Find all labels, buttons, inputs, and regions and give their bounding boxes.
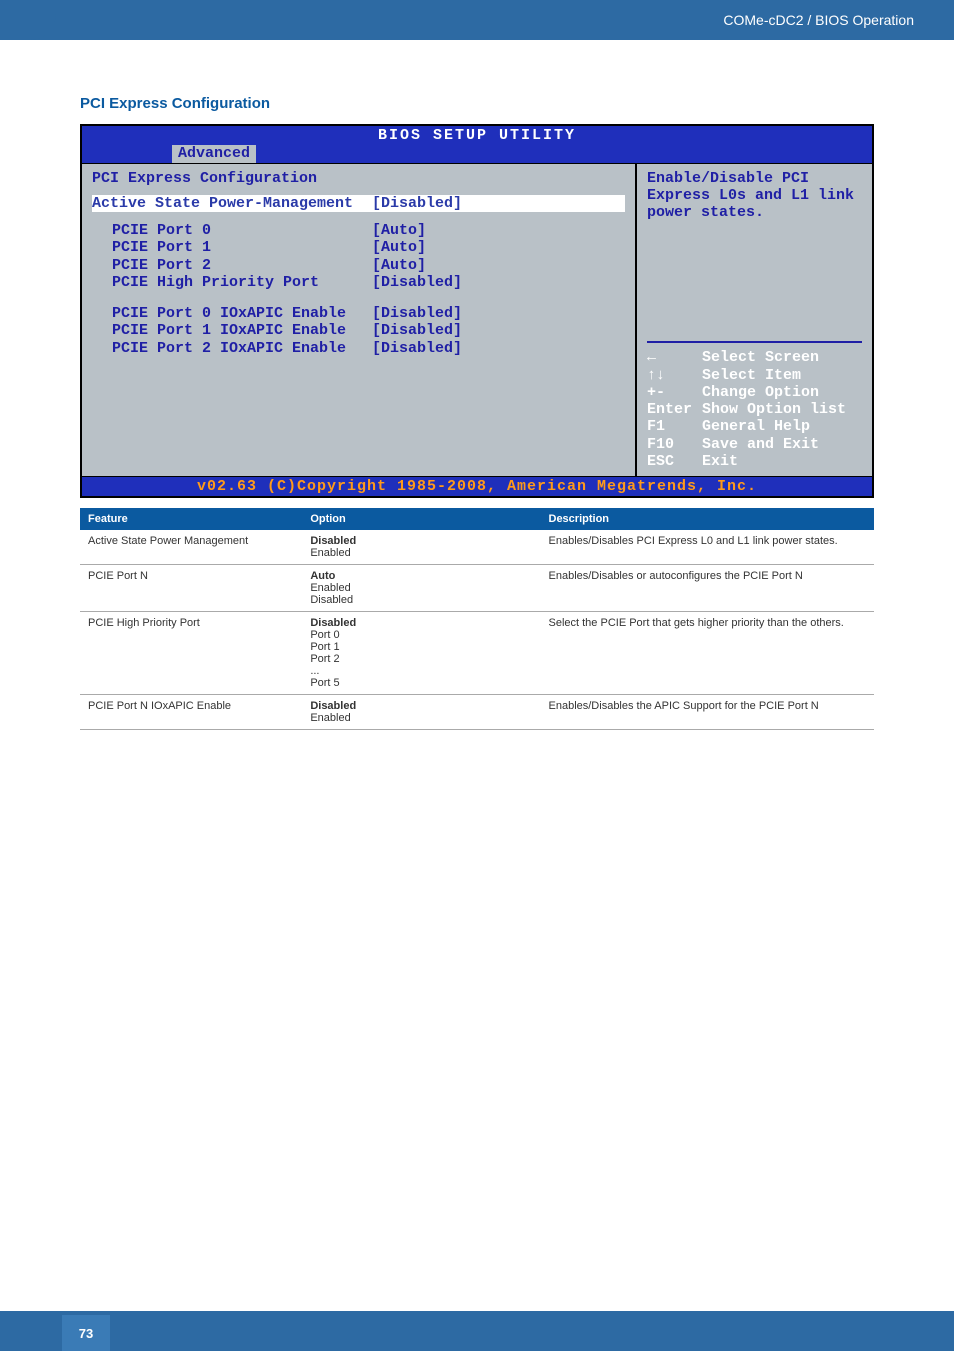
key-name: ← bbox=[647, 349, 702, 366]
bios-setting-row[interactable]: PCIE Port 1[Auto] bbox=[92, 239, 625, 256]
bios-key-row: +-Change Option bbox=[647, 384, 862, 401]
table-row: PCIE Port NAutoEnabledDisabledEnables/Di… bbox=[80, 565, 874, 612]
cell-option: DisabledEnabled bbox=[302, 695, 540, 730]
key-action: General Help bbox=[702, 418, 810, 435]
bios-setting-label: PCIE Port 1 IOxAPIC Enable bbox=[112, 322, 372, 339]
th-option: Option bbox=[302, 508, 540, 530]
cell-description: Enables/Disables PCI Express L0 and L1 l… bbox=[541, 530, 875, 565]
cell-feature: PCIE High Priority Port bbox=[80, 612, 302, 695]
bios-key-legend: ←Select Screen↑↓Select Item+-Change Opti… bbox=[647, 349, 862, 470]
key-action: Exit bbox=[702, 453, 738, 470]
page-header: COMe-cDC2 / BIOS Operation bbox=[0, 0, 954, 40]
section-title: PCI Express Configuration bbox=[80, 95, 874, 112]
key-action: Select Item bbox=[702, 367, 801, 384]
bios-body: PCI Express Configuration Active State P… bbox=[82, 163, 872, 477]
key-name: ↑↓ bbox=[647, 367, 702, 384]
bios-setting-value: [Disabled] bbox=[372, 340, 462, 357]
cell-feature: PCIE Port N IOxAPIC Enable bbox=[80, 695, 302, 730]
page-footer: 73 bbox=[0, 1311, 954, 1351]
table-row: PCIE High Priority PortDisabledPort 0Por… bbox=[80, 612, 874, 695]
cell-option: DisabledPort 0Port 1Port 2...Port 5 bbox=[302, 612, 540, 695]
bios-key-row: F10Save and Exit bbox=[647, 436, 862, 453]
cell-description: Select the PCIE Port that gets higher pr… bbox=[541, 612, 875, 695]
bios-title: BIOS SETUP UTILITY bbox=[82, 126, 872, 145]
bios-key-row: ESCExit bbox=[647, 453, 862, 470]
bios-setting-value: [Auto] bbox=[372, 239, 426, 256]
bios-setting-value: [Auto] bbox=[372, 222, 426, 239]
bios-setting-value: [Disabled] bbox=[372, 305, 462, 322]
bios-setting-row[interactable]: PCIE High Priority Port[Disabled] bbox=[92, 274, 625, 291]
bios-panel-title: PCI Express Configuration bbox=[92, 170, 625, 187]
bios-selected-value: [Disabled] bbox=[372, 195, 462, 212]
bios-tab-bar: Advanced bbox=[82, 145, 872, 162]
bios-setting-row[interactable]: PCIE Port 0 IOxAPIC Enable[Disabled] bbox=[92, 305, 625, 322]
breadcrumb: COMe-cDC2 / BIOS Operation bbox=[723, 12, 914, 28]
bios-key-row: F1General Help bbox=[647, 418, 862, 435]
bios-tab-advanced[interactable]: Advanced bbox=[172, 145, 256, 162]
bios-setting-label: PCIE Port 2 IOxAPIC Enable bbox=[112, 340, 372, 357]
bios-key-row: EnterShow Option list bbox=[647, 401, 862, 418]
table-header-row: Feature Option Description bbox=[80, 508, 874, 530]
bios-selected-row[interactable]: Active State Power-Management [Disabled] bbox=[92, 195, 625, 212]
key-name: F1 bbox=[647, 418, 702, 435]
key-name: Enter bbox=[647, 401, 702, 418]
key-action: Change Option bbox=[702, 384, 819, 401]
page-number: 73 bbox=[62, 1315, 110, 1351]
bios-setting-value: [Disabled] bbox=[372, 274, 462, 291]
key-action: Save and Exit bbox=[702, 436, 819, 453]
bios-setting-row[interactable]: PCIE Port 2 IOxAPIC Enable[Disabled] bbox=[92, 340, 625, 357]
table-row: Active State Power ManagementDisabledEna… bbox=[80, 530, 874, 565]
key-name: F10 bbox=[647, 436, 702, 453]
bios-setting-label: PCIE Port 0 IOxAPIC Enable bbox=[112, 305, 372, 322]
bios-setting-label: PCIE Port 2 bbox=[112, 257, 372, 274]
cell-description: Enables/Disables the APIC Support for th… bbox=[541, 695, 875, 730]
bios-left-panel: PCI Express Configuration Active State P… bbox=[82, 164, 637, 477]
key-action: Select Screen bbox=[702, 349, 819, 366]
bios-help-text: Enable/Disable PCI Express L0s and L1 li… bbox=[647, 170, 862, 222]
cell-option: AutoEnabledDisabled bbox=[302, 565, 540, 612]
bios-setting-value: [Auto] bbox=[372, 257, 426, 274]
th-description: Description bbox=[541, 508, 875, 530]
bios-setting-label: PCIE Port 0 bbox=[112, 222, 372, 239]
table-row: PCIE Port N IOxAPIC EnableDisabledEnable… bbox=[80, 695, 874, 730]
bios-screenshot: BIOS SETUP UTILITY Advanced PCI Express … bbox=[80, 124, 874, 498]
cell-option: DisabledEnabled bbox=[302, 530, 540, 565]
divider bbox=[647, 341, 862, 343]
bios-setting-label: PCIE Port 1 bbox=[112, 239, 372, 256]
page-content: PCI Express Configuration BIOS SETUP UTI… bbox=[0, 40, 954, 730]
cell-feature: Active State Power Management bbox=[80, 530, 302, 565]
feature-table: Feature Option Description Active State … bbox=[80, 508, 874, 730]
key-name: +- bbox=[647, 384, 702, 401]
key-name: ESC bbox=[647, 453, 702, 470]
bios-setting-row[interactable]: PCIE Port 0[Auto] bbox=[92, 222, 625, 239]
bios-key-row: ↑↓Select Item bbox=[647, 367, 862, 384]
bios-setting-value: [Disabled] bbox=[372, 322, 462, 339]
bios-selected-label: Active State Power-Management bbox=[92, 195, 372, 212]
bios-setting-row[interactable]: PCIE Port 2[Auto] bbox=[92, 257, 625, 274]
bios-footer: v02.63 (C)Copyright 1985-2008, American … bbox=[82, 476, 872, 496]
bios-key-row: ←Select Screen bbox=[647, 349, 862, 366]
cell-description: Enables/Disables or autoconfigures the P… bbox=[541, 565, 875, 612]
th-feature: Feature bbox=[80, 508, 302, 530]
key-action: Show Option list bbox=[702, 401, 846, 418]
bios-setting-label: PCIE High Priority Port bbox=[112, 274, 372, 291]
bios-setting-row[interactable]: PCIE Port 1 IOxAPIC Enable[Disabled] bbox=[92, 322, 625, 339]
cell-feature: PCIE Port N bbox=[80, 565, 302, 612]
bios-right-panel: Enable/Disable PCI Express L0s and L1 li… bbox=[637, 164, 872, 477]
